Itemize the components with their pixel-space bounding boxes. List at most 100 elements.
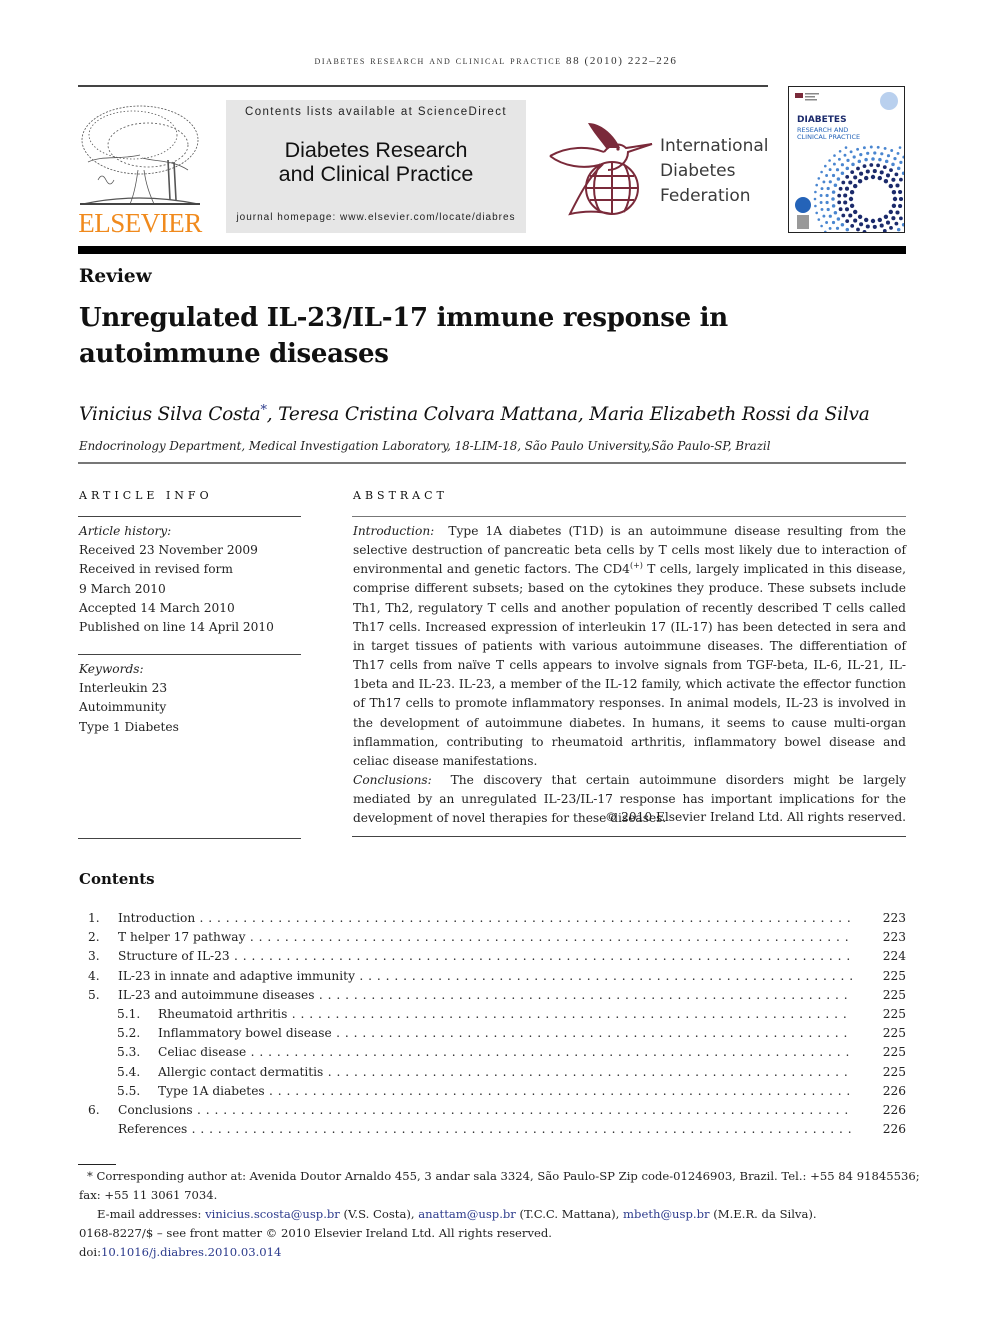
cover-dot	[872, 224, 877, 229]
cover-dot	[901, 171, 904, 176]
cover-dot	[870, 174, 876, 180]
toc-page-number: 226	[882, 1122, 906, 1137]
cover-dot	[862, 230, 867, 232]
toc-page-number: 224	[882, 949, 906, 964]
toc-title[interactable]: References	[118, 1120, 852, 1139]
cover-dot	[888, 183, 893, 189]
toc-title[interactable]: T helper 17 pathway	[118, 928, 852, 947]
cover-dot	[880, 152, 884, 156]
cover-dot	[825, 174, 829, 177]
article-title: Unregulated IL-23/IL-17 immune response …	[79, 303, 728, 369]
email-link[interactable]: mbeth@usp.br	[623, 1207, 709, 1221]
cover-dot	[899, 177, 903, 182]
cover-dot	[862, 146, 866, 150]
toc-number: 5.4.	[117, 1064, 141, 1079]
toc-title[interactable]: Type 1A diabetes	[158, 1082, 852, 1101]
cover-dot	[844, 186, 850, 191]
cover-dot	[828, 180, 832, 184]
cover-dot	[826, 207, 830, 212]
email-addresses: E-mail addresses: vinicius.scosta@usp.br…	[79, 1205, 907, 1224]
toc-entry[interactable]: 5.1. Rheumatoid arthritis 225	[88, 1005, 906, 1024]
cover-title: DIABETES	[797, 115, 847, 125]
cover-dot	[857, 214, 863, 219]
cover-dot	[856, 166, 860, 171]
toc-entry[interactable]: 1. Introduction 223	[88, 909, 906, 928]
toc-title[interactable]: Celiac disease	[158, 1043, 852, 1062]
cover-dot	[894, 172, 899, 177]
cover-dot	[891, 190, 897, 195]
cover-dot	[894, 221, 899, 226]
cover-dot	[841, 180, 846, 185]
cover-dot	[844, 207, 850, 212]
masthead-rule	[78, 246, 906, 254]
toc-entry[interactable]: 2. T helper 17 pathway 223	[88, 928, 906, 947]
email-link[interactable]: vinicius.scosta@usp.br	[205, 1207, 340, 1221]
contents-heading: Contents	[79, 870, 155, 888]
affiliation: Endocrinology Department, Medical Invest…	[79, 439, 771, 453]
toc-entry[interactable]: 6. Conclusions 226	[88, 1101, 906, 1120]
cover-dot	[889, 168, 893, 172]
cover-dot	[864, 175, 869, 181]
cover-dot	[828, 226, 832, 230]
author-name[interactable]: Maria Elizabeth Rossi da Silva	[589, 404, 870, 425]
cover-dot	[826, 186, 830, 191]
cover-dot	[825, 200, 829, 205]
cover-dot	[817, 218, 821, 221]
toc-entry[interactable]: 5.3. Celiac disease 225	[88, 1043, 906, 1062]
toc-entry[interactable]: 4. IL-23 in innate and adaptive immunity 2…	[88, 967, 906, 986]
journal-homepage-link[interactable]: journal homepage: www.elsevier.com/locat…	[226, 212, 526, 223]
journal-masthead-box: Contents lists available at ScienceDirec…	[226, 100, 526, 233]
history-item: Received in revised form	[79, 562, 233, 577]
cover-dot	[896, 151, 900, 155]
author-name[interactable]: Vinicius Silva Costa	[79, 404, 261, 425]
article-info-heading: ARTICLE INFO	[79, 489, 213, 502]
cover-dot	[882, 229, 887, 232]
toc-title[interactable]: Allergic contact dermatitis	[158, 1063, 852, 1082]
cover-dot	[862, 164, 867, 168]
history-item: Accepted 14 March 2010	[79, 600, 235, 615]
toc-title[interactable]: Structure of IL-23	[118, 947, 852, 966]
cover-dot	[891, 216, 896, 221]
cover-subtitle-line2: CLINICAL PRACTICE	[797, 133, 861, 141]
toc-title[interactable]: Conclusions	[118, 1101, 852, 1120]
toc-number: 5.2.	[117, 1026, 141, 1041]
toc-entry[interactable]: 5. IL-23 and autoimmune diseases 225	[88, 986, 906, 1005]
cover-dot	[898, 189, 903, 195]
toc-entry[interactable]: 5.5. Type 1A diabetes 226	[88, 1082, 906, 1101]
sciencedirect-link[interactable]: Contents lists available at ScienceDirec…	[226, 106, 526, 118]
toc-entry[interactable]: 5.2. Inflammatory bowel disease 225	[88, 1024, 906, 1043]
corresponding-author-note: * Corresponding author at: Avenida Douto…	[87, 1169, 920, 1183]
doi-link[interactable]: 10.1016/j.diabres.2010.03.014	[101, 1245, 281, 1259]
toc-entry[interactable]: References 226	[88, 1120, 906, 1139]
author-separator: ,	[577, 404, 590, 425]
cover-dot	[866, 151, 870, 155]
toc-title[interactable]: Introduction	[118, 909, 852, 928]
cover-dot	[833, 210, 838, 215]
cover-dot	[819, 194, 823, 197]
toc-title[interactable]: Inflammatory bowel disease	[158, 1024, 852, 1043]
cover-dot	[901, 222, 904, 227]
toc-page-number: 226	[882, 1083, 906, 1098]
cover-dot	[822, 180, 826, 184]
cover-dot	[888, 209, 893, 215]
abstract-body: Introduction: Type 1A diabetes (T1D) is …	[353, 522, 906, 829]
cover-dot	[892, 196, 898, 202]
author-name[interactable]: Teresa Cristina Colvara Mattana	[278, 404, 578, 425]
cover-dot	[843, 193, 848, 198]
toc-entry[interactable]: 3. Structure of IL-23 224	[88, 947, 906, 966]
cover-dot	[831, 220, 836, 225]
cover-dot	[850, 224, 855, 228]
email-link[interactable]: anattam@usp.br	[418, 1207, 516, 1221]
toc-title[interactable]: IL-23 in innate and adaptive immunity	[118, 967, 852, 986]
cover-dot	[831, 197, 835, 201]
toc-title[interactable]: Rheumatoid arthritis	[158, 1005, 852, 1024]
toc-title[interactable]: IL-23 and autoimmune diseases	[118, 986, 852, 1005]
cover-dot	[831, 204, 836, 208]
cover-dot	[857, 179, 863, 184]
running-header: DIABETES RESEARCH AND CLINICAL PRACTICE …	[314, 55, 678, 67]
cover-dot	[846, 158, 850, 162]
toc-entry[interactable]: 5.4. Allergic contact dermatitis 225	[88, 1063, 906, 1082]
journal-cover-thumbnail[interactable]: DIABETES RESEARCH AND CLINICAL PRACTICE	[788, 86, 905, 233]
cover-dot	[840, 222, 845, 227]
cover-dot	[902, 155, 904, 159]
